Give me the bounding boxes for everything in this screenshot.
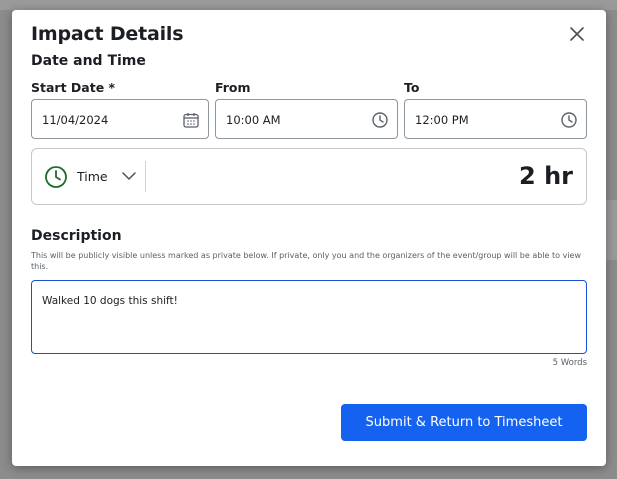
submit-return-button[interactable]: Submit & Return to Timesheet	[341, 404, 587, 441]
to-time-field[interactable]: 12:00 PM	[404, 99, 587, 139]
duration-box: Time 2 hr	[31, 148, 587, 205]
clock-icon[interactable]	[371, 111, 389, 129]
chevron-down-icon[interactable]	[121, 170, 137, 182]
description-help-text: This will be publicly visible unless mar…	[31, 251, 582, 271]
duration-clock-icon	[45, 166, 67, 188]
calendar-icon[interactable]	[182, 111, 200, 129]
description-title: Description	[31, 228, 122, 244]
duration-unit-select[interactable]: Time	[77, 169, 108, 184]
duration-value: 2 hr	[519, 162, 573, 190]
background-panel	[606, 200, 617, 260]
start-date-value: 11/04/2024	[42, 113, 109, 127]
start-date-field[interactable]: 11/04/2024	[31, 99, 209, 139]
section-title: Date and Time	[31, 53, 146, 69]
word-count: 5 Words	[552, 358, 587, 368]
clock-icon[interactable]	[560, 111, 578, 129]
to-time-value: 12:00 PM	[415, 113, 469, 127]
impact-details-modal: Impact Details Date and Time Start Date …	[12, 10, 606, 466]
to-label: To	[404, 80, 420, 95]
from-label: From	[215, 80, 251, 95]
background-header	[0, 0, 617, 10]
close-icon[interactable]	[567, 24, 587, 44]
modal-title: Impact Details	[31, 23, 184, 45]
description-textarea[interactable]: Walked 10 dogs this shift!	[31, 280, 587, 354]
duration-divider	[145, 161, 146, 192]
from-time-field[interactable]: 10:00 AM	[215, 99, 398, 139]
start-date-label: Start Date *	[31, 80, 116, 95]
from-time-value: 10:00 AM	[226, 113, 281, 127]
